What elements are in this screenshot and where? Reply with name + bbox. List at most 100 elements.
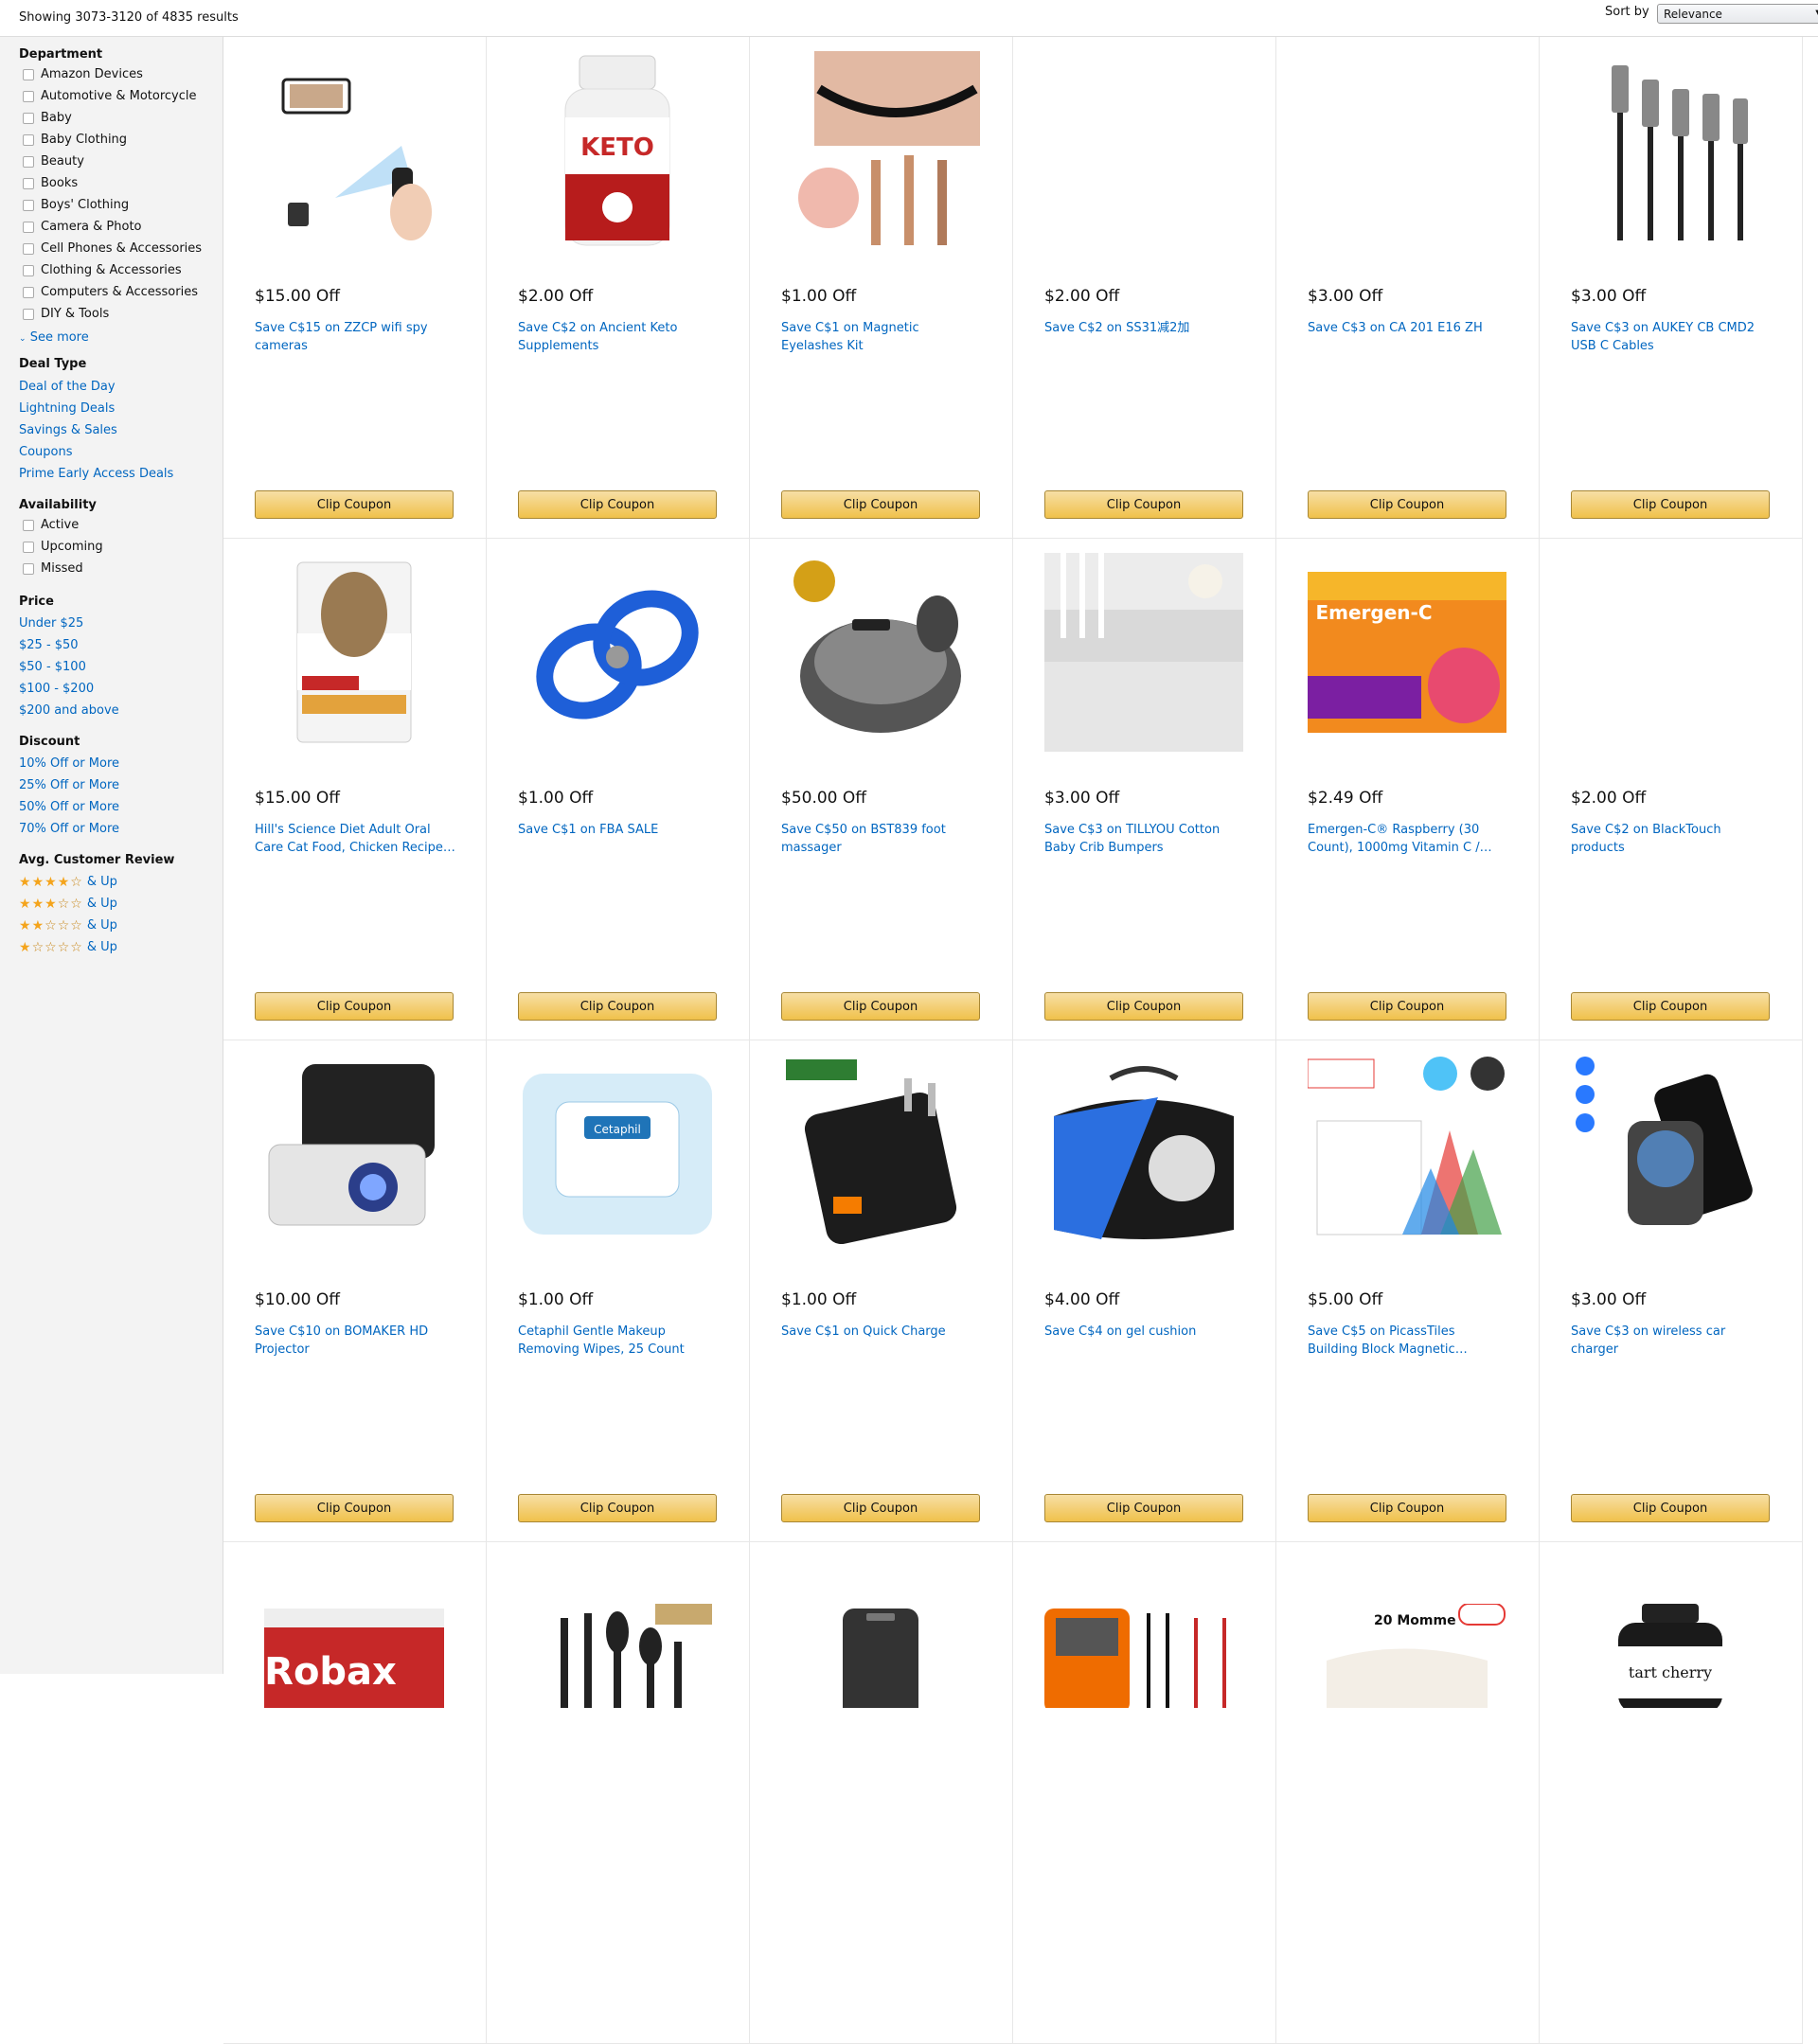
availability-item[interactable]: Active — [23, 518, 79, 532]
product-title-link[interactable]: Save C$3 on wireless car charger — [1571, 1323, 1772, 1359]
product-image[interactable] — [255, 51, 454, 250]
clip-coupon-button[interactable]: Clip Coupon — [1571, 1494, 1770, 1522]
clip-coupon-button[interactable]: Clip Coupon — [1308, 992, 1506, 1021]
discount-link[interactable]: 50% Off or More — [19, 800, 119, 814]
product-image[interactable] — [518, 1556, 717, 1755]
checkbox-icon[interactable] — [23, 155, 34, 168]
clip-coupon-button[interactable]: Clip Coupon — [518, 992, 717, 1021]
department-item[interactable]: Cell Phones & Accessories — [23, 241, 202, 256]
product-image[interactable]: 20 Momme — [1308, 1556, 1506, 1755]
department-item[interactable]: Baby — [23, 111, 72, 125]
availability-item[interactable]: Missed — [23, 561, 83, 576]
product-image[interactable] — [1571, 1055, 1770, 1253]
clip-coupon-button[interactable]: Clip Coupon — [1308, 1494, 1506, 1522]
product-image[interactable]: Emergen-C — [1308, 553, 1506, 752]
product-image[interactable] — [781, 51, 980, 250]
department-item[interactable]: Boys' Clothing — [23, 198, 129, 212]
product-title-link[interactable]: Cetaphil Gentle Makeup Removing Wipes, 2… — [518, 1323, 719, 1359]
product-image[interactable] — [255, 1055, 454, 1253]
product-image[interactable]: KETO — [518, 51, 717, 250]
product-title-link[interactable]: Emergen-C® Raspberry (30 Count), 1000mg … — [1308, 821, 1508, 857]
product-image[interactable] — [781, 553, 980, 752]
clip-coupon-button[interactable]: Clip Coupon — [1308, 490, 1506, 519]
clip-coupon-button[interactable]: Clip Coupon — [518, 490, 717, 519]
clip-coupon-button[interactable]: Clip Coupon — [1571, 490, 1770, 519]
clip-coupon-button[interactable]: Clip Coupon — [781, 992, 980, 1021]
product-title-link[interactable]: Save C$2 on SS31减2加 — [1044, 319, 1245, 337]
clip-coupon-button[interactable]: Clip Coupon — [781, 490, 980, 519]
product-title-link[interactable]: Save C$10 on BOMAKER HD Projector — [255, 1323, 455, 1359]
product-image[interactable] — [1044, 51, 1243, 250]
discount-link[interactable]: 70% Off or More — [19, 822, 119, 836]
checkbox-icon[interactable] — [23, 199, 34, 211]
department-item[interactable]: Amazon Devices — [23, 67, 143, 81]
checkbox-icon[interactable] — [23, 242, 34, 255]
checkbox-icon[interactable] — [23, 541, 34, 553]
clip-coupon-button[interactable]: Clip Coupon — [781, 1494, 980, 1522]
product-title-link[interactable]: Save C$3 on CA 201 E16 ZH — [1308, 319, 1508, 337]
checkbox-icon[interactable] — [23, 90, 34, 102]
product-title-link[interactable]: Save C$5 on PicassTiles Building Block M… — [1308, 1323, 1508, 1359]
checkbox-icon[interactable] — [23, 308, 34, 320]
department-item[interactable]: Camera & Photo — [23, 220, 142, 234]
deal-type-link[interactable]: Coupons — [19, 445, 73, 459]
see-more-link[interactable]: ⌄ See more — [19, 330, 89, 345]
checkbox-icon[interactable] — [23, 177, 34, 189]
product-title-link[interactable]: Save C$50 on BST839 foot massager — [781, 821, 982, 857]
product-image[interactable] — [1571, 553, 1770, 752]
checkbox-icon[interactable] — [23, 264, 34, 276]
price-link[interactable]: $25 - $50 — [19, 638, 79, 652]
product-image[interactable]: Robax — [255, 1556, 454, 1755]
review-filter[interactable]: ★ ★ ★ ☆ ☆ & Up — [19, 897, 117, 911]
product-title-link[interactable]: Save C$4 on gel cushion — [1044, 1323, 1245, 1341]
checkbox-icon[interactable] — [23, 286, 34, 298]
deal-type-link[interactable]: Lightning Deals — [19, 401, 115, 416]
price-link[interactable]: $200 and above — [19, 703, 119, 718]
deal-type-link[interactable]: Prime Early Access Deals — [19, 467, 173, 481]
department-item[interactable]: Books — [23, 176, 78, 190]
clip-coupon-button[interactable]: Clip Coupon — [255, 992, 454, 1021]
clip-coupon-button[interactable]: Clip Coupon — [1044, 1494, 1243, 1522]
checkbox-icon[interactable] — [23, 519, 34, 531]
clip-coupon-button[interactable]: Clip Coupon — [1571, 992, 1770, 1021]
checkbox-icon[interactable] — [23, 133, 34, 146]
discount-link[interactable]: 10% Off or More — [19, 756, 119, 771]
product-title-link[interactable]: Save C$3 on AUKEY CB CMD2 USB C Cables — [1571, 319, 1772, 355]
product-image[interactable] — [781, 1055, 980, 1253]
product-title-link[interactable]: Save C$15 on ZZCP wifi spy cameras — [255, 319, 455, 355]
price-link[interactable]: Under $25 — [19, 616, 83, 631]
deal-type-link[interactable]: Savings & Sales — [19, 423, 117, 437]
checkbox-icon[interactable] — [23, 68, 34, 80]
department-item[interactable]: Computers & Accessories — [23, 285, 198, 299]
price-link[interactable]: $50 - $100 — [19, 660, 86, 674]
product-title-link[interactable]: Save C$2 on BlackTouch products — [1571, 821, 1772, 857]
clip-coupon-button[interactable]: Clip Coupon — [1044, 490, 1243, 519]
product-image[interactable] — [1044, 1055, 1243, 1253]
product-image[interactable] — [1308, 51, 1506, 250]
product-title-link[interactable]: Save C$1 on Magnetic Eyelashes Kit — [781, 319, 982, 355]
department-item[interactable]: Baby Clothing — [23, 133, 127, 147]
product-image[interactable] — [1044, 553, 1243, 752]
review-filter[interactable]: ★ ★ ★ ★ ☆ & Up — [19, 875, 117, 889]
product-image[interactable] — [1571, 51, 1770, 250]
availability-item[interactable]: Upcoming — [23, 540, 103, 554]
discount-link[interactable]: 25% Off or More — [19, 778, 119, 792]
department-item[interactable]: Beauty — [23, 154, 84, 169]
clip-coupon-button[interactable]: Clip Coupon — [518, 1494, 717, 1522]
product-title-link[interactable]: Save C$3 on TILLYOU Cotton Baby Crib Bum… — [1044, 821, 1245, 857]
product-image[interactable] — [1044, 1556, 1243, 1755]
department-item[interactable]: Clothing & Accessories — [23, 263, 182, 277]
product-title-link[interactable]: Save C$2 on Ancient Keto Supplements — [518, 319, 719, 355]
product-image[interactable] — [255, 553, 454, 752]
review-filter[interactable]: ★ ☆ ☆ ☆ ☆ & Up — [19, 940, 117, 954]
product-title-link[interactable]: Save C$1 on FBA SALE — [518, 821, 719, 839]
product-image[interactable] — [518, 553, 717, 752]
clip-coupon-button[interactable]: Clip Coupon — [1044, 992, 1243, 1021]
checkbox-icon[interactable] — [23, 221, 34, 233]
product-image[interactable] — [1308, 1055, 1506, 1253]
product-image[interactable]: tart cherry — [1571, 1556, 1770, 1755]
product-image[interactable]: Cetaphil — [518, 1055, 717, 1253]
department-item[interactable]: Automotive & Motorcycle — [23, 89, 196, 103]
checkbox-icon[interactable] — [23, 562, 34, 575]
checkbox-icon[interactable] — [23, 112, 34, 124]
